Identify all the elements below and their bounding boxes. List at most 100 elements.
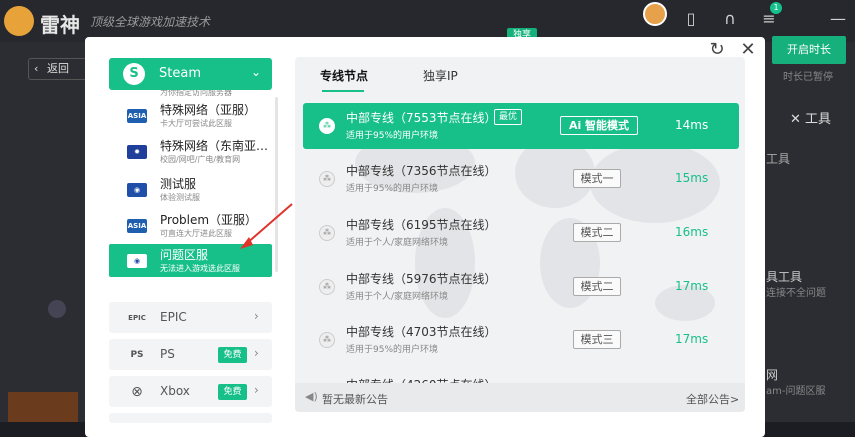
tools-tab[interactable]: ✕ 工具 [790, 108, 831, 127]
ping-value: 17ms [675, 332, 709, 346]
announcement-bar: ◀) 暂无最新公告 全部公告> [295, 383, 745, 412]
headset-icon[interactable]: ∩ [717, 6, 743, 32]
tab-underline [322, 90, 364, 92]
region-badge-icon: ✹ [127, 145, 147, 159]
node-item-selected[interactable]: ⁂ 中部专线（7553节点在线） 适用于95%的用户环境 最优 Ai 智能模式 … [303, 103, 739, 149]
region-badge-icon: ASIA [127, 109, 147, 123]
app-slogan: 顶级全球游戏加速技术 [90, 15, 211, 29]
best-badge: 最优 [494, 109, 522, 125]
node-sub: 适用于个人/家庭网络环境 [346, 292, 449, 302]
chevron-right-icon: › [254, 309, 259, 323]
platform-label: Xbox [160, 384, 190, 398]
mode-button[interactable]: 模式二 [573, 223, 621, 242]
platform-epic[interactable]: EPIC EPIC › [109, 302, 272, 333]
phone-icon[interactable]: ▯ [678, 6, 704, 32]
bg-tool-text-3: 连接不全问题 [766, 288, 826, 299]
server-item-selected[interactable]: ◉ 问题区服 无法进入游戏选此区服 [109, 244, 272, 277]
platform-label: EPIC [160, 310, 187, 324]
steam-label: Steam [159, 66, 201, 81]
node-item[interactable]: ⁂ 中部专线（6195节点在线） 适用于个人/家庭网络环境 模式二 16ms [303, 210, 739, 256]
xbox-icon: ⊗ [131, 384, 143, 400]
node-icon: ⁂ [319, 332, 335, 348]
mode-button[interactable]: Ai 智能模式 [560, 116, 638, 135]
node-icon: ⁂ [319, 171, 335, 187]
game-thumbnail [8, 392, 78, 422]
extend-sub-text: 时长已暂停 [783, 72, 833, 83]
server-item[interactable]: ◉ 测试服 体验测试服 [109, 173, 272, 206]
user-avatar[interactable] [643, 2, 667, 26]
node-title: 中部专线（7356节点在线） [346, 164, 497, 178]
server-list-cut-text: 为你指定访问服务器 [160, 90, 232, 96]
server-list-scrollbar[interactable] [275, 97, 278, 272]
mode-button[interactable]: 模式一 [573, 169, 621, 188]
bg-tool-text-2: 具工具 [766, 270, 803, 284]
server-title: 测试服 [160, 177, 197, 191]
server-title: 问题区服 [160, 248, 209, 262]
node-tabs: 专线节点 独享IP [295, 57, 745, 93]
extend-time-button[interactable]: 开启时长 [772, 36, 846, 64]
server-list: 为你指定访问服务器 ASIA 特殊网络（亚服） 卡大厅可尝试此区服 ✹ 特殊网络… [109, 90, 272, 280]
speaker-icon: ◀) [305, 390, 318, 403]
node-item[interactable]: ⁂ 中部专线（5976节点在线） 适用于个人/家庭网络环境 模式二 17ms [303, 264, 739, 310]
node-title: 中部专线（4703节点在线） [346, 325, 497, 339]
platform-steam-header[interactable]: S Steam ⌄ [109, 58, 272, 90]
app-header: 雷神 顶级全球游戏加速技术 ▯ ∩ ≡ 1 — [0, 0, 855, 42]
ping-value: 16ms [675, 225, 709, 239]
mode-button[interactable]: 模式三 [573, 330, 621, 349]
server-sub: 无法进入游戏选此区服 [160, 264, 240, 273]
minimize-icon[interactable]: — [825, 6, 851, 32]
node-sub: 适用于个人/家庭网络环境 [346, 238, 449, 248]
free-badge: 免费 [218, 347, 247, 363]
app-logo-icon [4, 6, 34, 36]
chevron-right-icon: › [254, 383, 259, 397]
node-item[interactable]: ⁂ 中部专线（7356节点在线） 适用于95%的用户环境 模式一 15ms [303, 156, 739, 202]
server-item[interactable]: ASIA 特殊网络（亚服） 卡大厅可尝试此区服 [109, 99, 272, 132]
bg-tool-text-1: 工具 [766, 152, 791, 166]
platform-xbox[interactable]: ⊗ Xbox 免费 › [109, 376, 272, 407]
ping-value: 17ms [675, 279, 709, 293]
server-sub: 校园/网吧/广电/教育网 [160, 155, 241, 164]
node-item[interactable]: ⁂ 中部专线（4703节点在线） 适用于95%的用户环境 模式三 17ms [303, 317, 739, 363]
server-title: 特殊网络（东南亚… [160, 139, 269, 153]
tab-exclusive-ip[interactable]: 独享IP [423, 67, 458, 84]
mode-button[interactable]: 模式二 [573, 277, 621, 296]
node-title: 中部专线（7553节点在线） [346, 111, 497, 125]
node-sub: 适用于95%的用户环境 [346, 131, 439, 141]
epic-icon: EPIC [128, 314, 146, 322]
node-title: 中部专线（6195节点在线） [346, 218, 497, 232]
platform-ps[interactable]: PS PS 免费 › [109, 339, 272, 370]
steam-small-icon [48, 300, 66, 318]
server-sub: 卡大厅可尝试此区服 [160, 119, 232, 128]
ping-value: 14ms [675, 118, 709, 132]
tab-dedicated-nodes[interactable]: 专线节点 [320, 67, 368, 84]
notification-badge: 1 [770, 2, 782, 14]
node-sub: 适用于95%的用户环境 [346, 345, 439, 355]
announcement-text: 暂无最新公告 [322, 393, 388, 406]
chevron-left-icon: ‹ [34, 62, 39, 75]
region-badge-icon: ASIA [127, 219, 147, 233]
node-panel: 专线节点 独享IP ⁂ 中部专线（7553节点在线） 适用于95%的用户环境 最… [295, 57, 745, 412]
server-title: 特殊网络（亚服） [160, 103, 257, 117]
bg-tool-text-5: am-问题区服 [766, 386, 826, 397]
node-icon: ⁂ [319, 279, 335, 295]
bg-tool-text-4: 网 [766, 368, 779, 382]
ping-value: 15ms [675, 171, 709, 185]
server-sub: 体验测试服 [160, 193, 200, 202]
chevron-right-icon: › [254, 346, 259, 360]
node-sub: 适用于95%的用户环境 [346, 184, 439, 194]
node-title: 中部专线（5976节点在线） [346, 272, 497, 286]
all-announcements-link[interactable]: 全部公告> [686, 391, 739, 407]
back-button[interactable]: ‹ 返回 [28, 58, 88, 80]
platform-label: PS [160, 347, 175, 361]
node-select-modal: ↻ ✕ S Steam ⌄ 为你指定访问服务器 ASIA 特殊网络（亚服） 卡大… [85, 37, 765, 437]
free-badge: 免费 [218, 384, 247, 400]
server-title: Problem（亚服） [160, 213, 258, 227]
tools-icon: ✕ [790, 112, 801, 127]
chevron-down-icon: ⌄ [251, 65, 262, 79]
node-icon: ⁂ [319, 118, 335, 134]
steam-icon: S [123, 63, 145, 85]
node-icon: ⁂ [319, 225, 335, 241]
server-item[interactable]: ASIA Problem（亚服） 可直连大厅进此区服 [109, 209, 272, 242]
server-item[interactable]: ✹ 特殊网络（东南亚… 校园/网吧/广电/教育网 [109, 135, 272, 168]
region-badge-icon: ◉ [127, 254, 147, 268]
